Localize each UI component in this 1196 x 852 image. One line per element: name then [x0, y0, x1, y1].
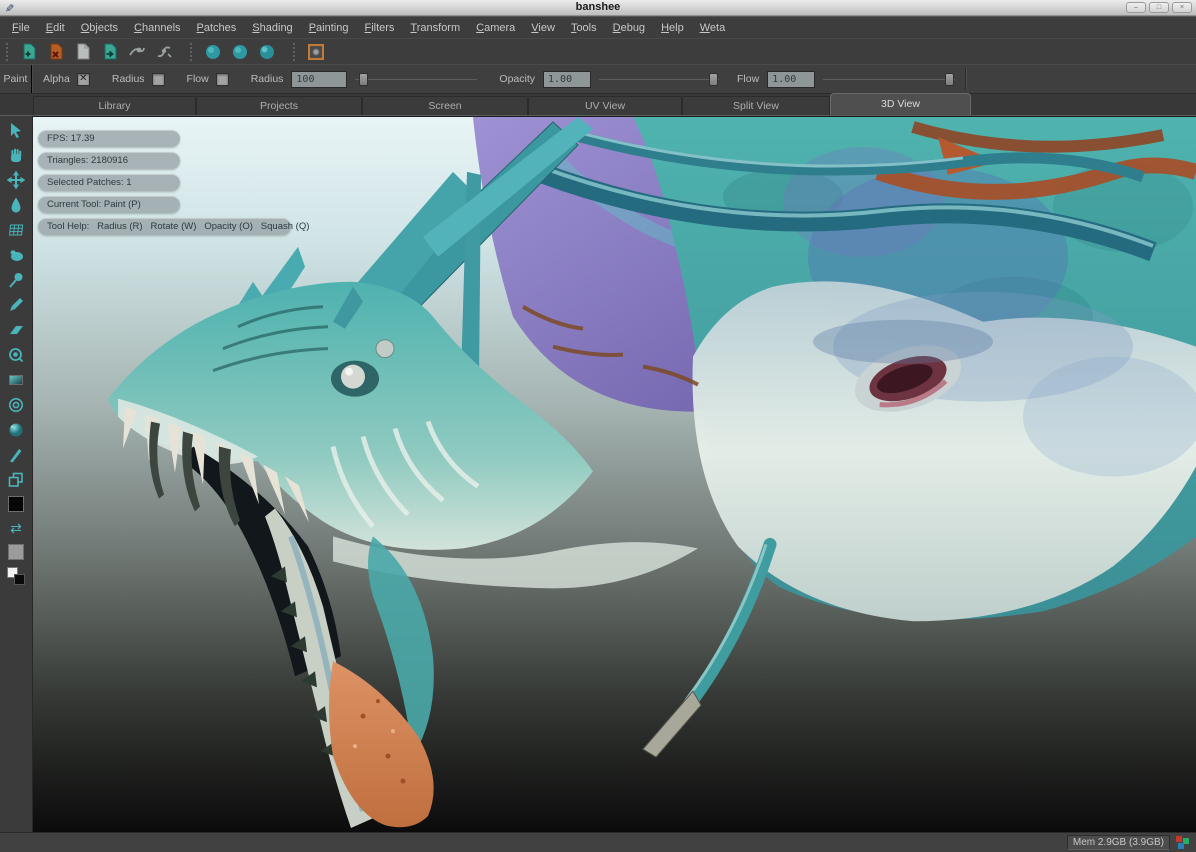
select-tool-icon[interactable] — [7, 121, 25, 139]
tab-projects[interactable]: Projects — [196, 96, 362, 115]
brush-large-icon[interactable] — [257, 42, 277, 62]
tab-split-view[interactable]: Split View — [682, 96, 830, 115]
tab-screen[interactable]: Screen — [362, 96, 528, 115]
radius-label: Radius — [251, 73, 284, 85]
pen-curve-icon[interactable] — [127, 42, 147, 62]
maximize-button[interactable]: □ — [1149, 2, 1169, 13]
menu-shading[interactable]: Shading — [244, 19, 300, 37]
pin-tool-icon[interactable] — [7, 271, 25, 289]
foreground-color-swatch[interactable] — [8, 496, 24, 512]
viewport-hud: FPS: 17.39 Triangles: 2180916 Selected P… — [38, 130, 291, 235]
flow-field[interactable] — [767, 71, 815, 88]
menu-debug[interactable]: Debug — [605, 19, 653, 37]
pan-tool-icon[interactable] — [7, 146, 25, 164]
radius-slider-thumb[interactable] — [359, 73, 368, 86]
new-document-icon[interactable] — [19, 42, 39, 62]
slice-tool-icon[interactable] — [7, 446, 25, 464]
paint-blob-icon[interactable] — [7, 246, 25, 264]
node-curve-icon[interactable] — [154, 42, 174, 62]
hud-triangles: Triangles: 2180916 — [38, 152, 180, 169]
flow-label: Flow — [737, 73, 759, 85]
copy-patch-icon[interactable] — [7, 471, 25, 489]
opacity-field[interactable] — [543, 71, 591, 88]
menu-channels[interactable]: Channels — [126, 19, 189, 37]
radius-slider[interactable] — [355, 69, 477, 89]
gradient-tool-icon[interactable] — [7, 371, 25, 389]
hud-selected-patches: Selected Patches: 1 — [38, 174, 180, 191]
opacity-slider-thumb[interactable] — [709, 73, 718, 86]
menu-tools[interactable]: Tools — [563, 19, 605, 37]
menu-transform[interactable]: Transform — [402, 19, 468, 37]
main-toolbar — [0, 38, 1196, 64]
blur-droplet-icon[interactable] — [7, 196, 25, 214]
hud-fps: FPS: 17.39 — [38, 130, 180, 147]
flow-checkbox[interactable] — [216, 73, 229, 86]
radius-toggle-label: Radius — [112, 73, 145, 85]
warp-grid-icon[interactable] — [7, 221, 25, 239]
view-tab-bar: Library Projects Screen UV View Split Vi… — [0, 94, 1196, 116]
opacity-slider[interactable] — [599, 69, 719, 89]
menu-bar: File Edit Objects Channels Patches Shadi… — [0, 16, 1196, 38]
projector-icon[interactable] — [306, 42, 326, 62]
swap-colors-icon[interactable]: ⇄ — [7, 519, 25, 537]
menu-view[interactable]: View — [523, 19, 563, 37]
flow-slider-thumb[interactable] — [945, 73, 954, 86]
sphere-paint-icon[interactable] — [7, 421, 25, 439]
title-bar: ✎ banshee – □ × — [0, 0, 1196, 16]
radius-checkbox[interactable] — [152, 73, 165, 86]
background-color-swatch[interactable] — [8, 544, 24, 560]
alpha-label: Alpha — [43, 73, 70, 85]
memory-usage: Mem 2.9GB (3.9GB) — [1067, 835, 1170, 850]
menu-patches[interactable]: Patches — [189, 19, 245, 37]
import-document-icon[interactable] — [100, 42, 120, 62]
paintbar-separator — [965, 68, 967, 90]
delete-document-icon[interactable] — [46, 42, 66, 62]
opacity-label: Opacity — [499, 73, 535, 85]
brush-medium-icon[interactable] — [230, 42, 250, 62]
menu-filters[interactable]: Filters — [356, 19, 402, 37]
tab-library[interactable]: Library — [33, 96, 196, 115]
fg-bg-colors-icon[interactable] — [7, 567, 25, 585]
flow-toggle-label: Flow — [187, 73, 209, 85]
3d-viewport[interactable]: FPS: 17.39 Triangles: 2180916 Selected P… — [33, 116, 1196, 832]
tab-uv-view[interactable]: UV View — [528, 96, 682, 115]
flow-slider[interactable] — [823, 69, 955, 89]
menu-objects[interactable]: Objects — [73, 19, 126, 37]
menu-help[interactable]: Help — [653, 19, 692, 37]
paint-properties-bar: Paint Alpha ✕ Radius Flow Radius Opacity… — [0, 64, 1196, 94]
hud-tool-help: Tool Help: Radius (R) Rotate (W) Opacity… — [38, 218, 291, 235]
clone-tool-icon[interactable] — [7, 346, 25, 364]
tab-3d-view[interactable]: 3D View — [830, 93, 971, 115]
close-button[interactable]: × — [1172, 2, 1192, 13]
toolbar-handle[interactable] — [190, 43, 195, 61]
rgb-channels-icon[interactable] — [1176, 836, 1189, 849]
toolbar-handle[interactable] — [6, 43, 11, 61]
minimize-button[interactable]: – — [1126, 2, 1146, 13]
menu-edit[interactable]: Edit — [38, 19, 73, 37]
status-bar: Mem 2.9GB (3.9GB) — [0, 832, 1196, 852]
tool-palette: ⇄ — [0, 116, 33, 832]
radius-field[interactable] — [291, 71, 347, 88]
radial-tool-icon[interactable] — [7, 396, 25, 414]
menu-camera[interactable]: Camera — [468, 19, 523, 37]
menu-weta[interactable]: Weta — [692, 19, 733, 37]
brush-small-icon[interactable] — [203, 42, 223, 62]
save-document-icon[interactable] — [73, 42, 93, 62]
window-title: banshee — [0, 0, 1196, 15]
toolbar-handle[interactable] — [293, 43, 298, 61]
eraser-tool-icon[interactable] — [7, 321, 25, 339]
menu-file[interactable]: File — [4, 19, 38, 37]
transform-tool-icon[interactable] — [7, 171, 25, 189]
current-tool-label: Paint — [0, 65, 33, 93]
alpha-checkbox[interactable]: ✕ — [77, 73, 90, 86]
hud-current-tool: Current Tool: Paint (P) — [38, 196, 180, 213]
menu-painting[interactable]: Painting — [301, 19, 357, 37]
pencil-tool-icon[interactable] — [7, 296, 25, 314]
